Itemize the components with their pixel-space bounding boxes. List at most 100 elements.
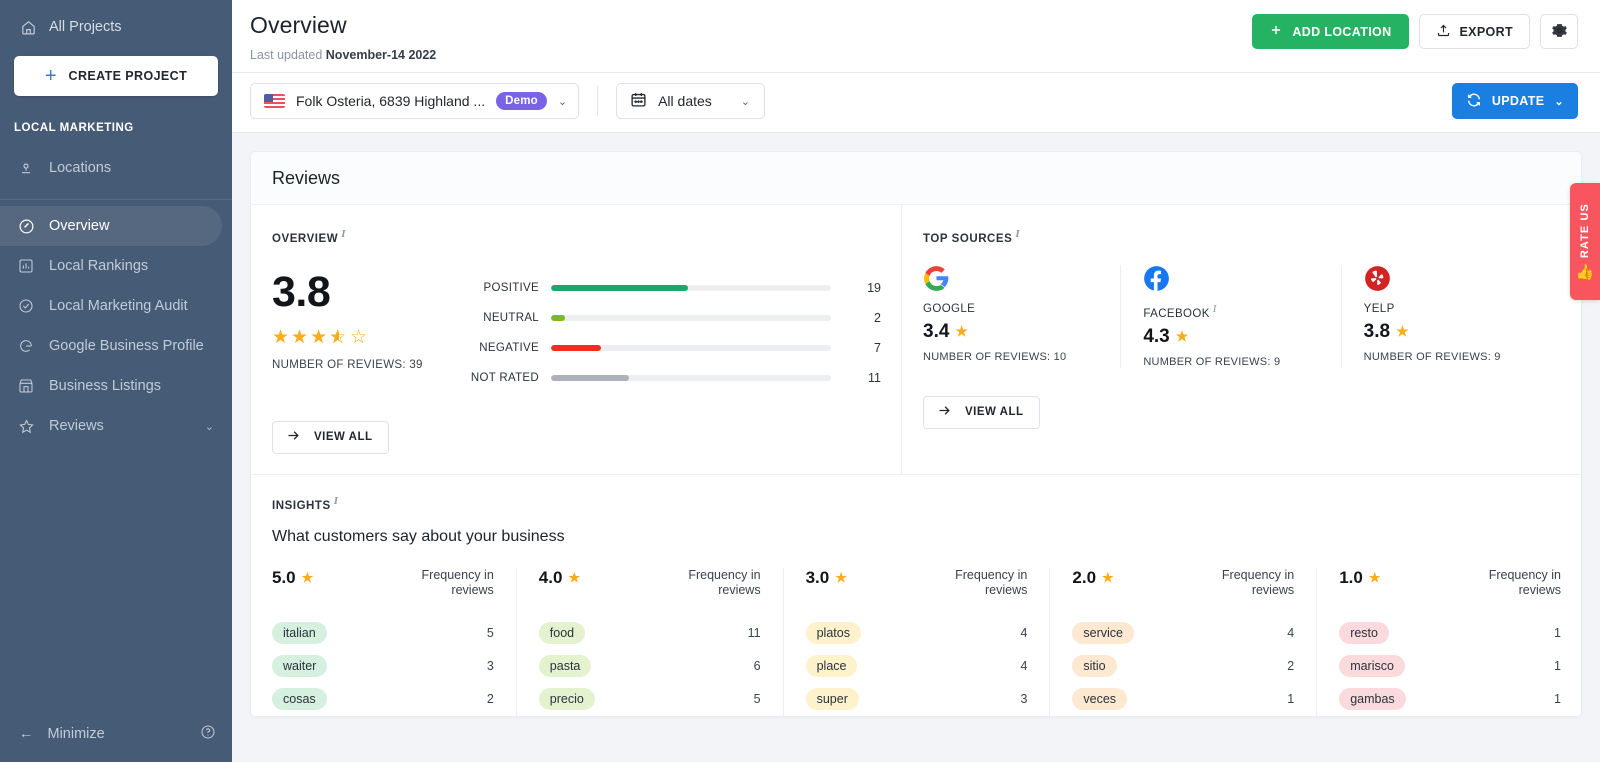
- insights-keyword-row: gambas 1: [1339, 683, 1561, 716]
- view-all-label: VIEW ALL: [314, 431, 373, 444]
- sources-list: GOOGLE 3.4 ★ NUMBER OF REVIEWS: 10 FACEB…: [923, 264, 1561, 368]
- info-icon[interactable]: i: [1213, 303, 1217, 315]
- date-range-value: All dates: [658, 93, 712, 109]
- chevron-down-icon: ⌄: [557, 95, 568, 108]
- keyword-chip[interactable]: platos: [805, 622, 861, 645]
- header-actions: ADD LOCATION EXPORT: [1252, 12, 1578, 49]
- storefront-icon: [17, 377, 35, 395]
- insights-column-3: 3.0 ★ Frequency in reviews platos 4 plac…: [784, 567, 1051, 716]
- star-filled-icon: ★: [310, 326, 328, 348]
- keyword-count: 1: [1554, 659, 1561, 674]
- app-root: All Projects + CREATE PROJECT LOCAL MARK…: [0, 0, 1600, 762]
- bar-fill: [551, 314, 565, 321]
- sidebar-item-label: Local Marketing Audit: [49, 298, 188, 314]
- keyword-chip[interactable]: italian: [272, 622, 327, 645]
- insights-rating: 5.0 ★: [272, 568, 313, 588]
- source-score-value: 4.3: [1143, 325, 1170, 347]
- last-updated-label: Last updated: [250, 48, 323, 62]
- reviews-card-title: Reviews: [272, 168, 341, 188]
- star-rating: ★ ★ ★ ☆★ ☆: [272, 328, 452, 347]
- source-google: GOOGLE 3.4 ★ NUMBER OF REVIEWS: 10: [923, 264, 1122, 368]
- insights-rating: 1.0 ★: [1339, 568, 1380, 588]
- sidebar-section-label: LOCAL MARKETING: [14, 122, 134, 134]
- sidebar: All Projects + CREATE PROJECT LOCAL MARK…: [0, 0, 232, 762]
- sidebar-item-label: Google Business Profile: [49, 338, 204, 354]
- info-icon[interactable]: i: [334, 495, 339, 507]
- star-filled-icon: ★: [291, 326, 309, 348]
- insights-columns: 5.0 ★ Frequency in reviews italian 5 wai…: [272, 567, 1561, 716]
- sidebar-item-local-marketing-audit[interactable]: Local Marketing Audit: [0, 286, 232, 326]
- rate-us-tab[interactable]: RATE US 👍: [1570, 183, 1600, 300]
- create-project-label: CREATE PROJECT: [68, 69, 188, 83]
- bar-value: 2: [874, 310, 881, 325]
- score-column: 3.8 ★ ★ ★ ☆★ ☆ NUMBE: [272, 265, 452, 393]
- insights-rating-value: 5.0: [272, 567, 296, 587]
- sidebar-item-locations[interactable]: Locations: [0, 148, 232, 188]
- last-updated: Last updated November-14 2022: [250, 48, 436, 62]
- insights-column-5: 5.0 ★ Frequency in reviews italian 5 wai…: [272, 567, 517, 716]
- yelp-icon: [1364, 265, 1391, 292]
- insights-section: INSIGHTS i What customers say about your …: [251, 475, 1581, 716]
- bar-value: 11: [868, 370, 881, 385]
- bar-label: POSITIVE: [483, 281, 539, 294]
- insights-keyword-row: food 11: [538, 617, 761, 650]
- sidebar-divider: [0, 199, 232, 200]
- insights-rating-value: 2.0: [1072, 567, 1097, 587]
- source-score: 3.8 ★: [1364, 321, 1545, 343]
- sidebar-item-reviews[interactable]: Reviews ⌄: [0, 406, 232, 446]
- sidebar-minimize[interactable]: ← Minimize: [0, 706, 232, 762]
- insights-keyword-row: platos 4: [805, 617, 1027, 650]
- create-project-button[interactable]: + CREATE PROJECT: [14, 56, 218, 96]
- keyword-chip[interactable]: resto: [1339, 622, 1389, 645]
- sidebar-item-google-business-profile[interactable]: Google Business Profile: [0, 326, 232, 366]
- keyword-chip[interactable]: place: [805, 655, 858, 678]
- keyword-chip[interactable]: gambas: [1339, 688, 1406, 711]
- keyword-chip[interactable]: precio: [538, 688, 595, 711]
- star-filled-icon: ★: [1368, 569, 1381, 585]
- insights-column-header: 2.0 ★ Frequency in reviews: [1072, 568, 1294, 599]
- keyword-chip[interactable]: waiter: [272, 655, 328, 678]
- insights-keyword-row: marisco 1: [1339, 650, 1561, 683]
- view-all-label: VIEW ALL: [965, 406, 1024, 419]
- overview-section-label: OVERVIEW i: [272, 228, 881, 245]
- reviews-view-all-button[interactable]: VIEW ALL: [272, 420, 389, 454]
- google-g-icon: [923, 265, 950, 292]
- keyword-chip[interactable]: pasta: [538, 655, 592, 678]
- keyword-chip[interactable]: super: [805, 688, 859, 711]
- star-empty-icon: ☆: [350, 326, 368, 348]
- sidebar-item-local-rankings[interactable]: Local Rankings: [0, 246, 232, 286]
- keyword-chip[interactable]: veces: [1072, 688, 1128, 711]
- star-filled-icon: ★: [955, 323, 968, 340]
- info-icon[interactable]: i: [1015, 228, 1020, 240]
- location-selector[interactable]: Folk Osteria, 6839 Highland ... Demo ⌄: [250, 83, 580, 119]
- source-score: 3.4 ★: [923, 321, 1104, 343]
- gear-icon: [1551, 22, 1568, 42]
- keyword-chip[interactable]: service: [1072, 622, 1134, 645]
- help-icon[interactable]: [200, 724, 216, 744]
- export-button[interactable]: EXPORT: [1418, 14, 1530, 49]
- thumbs-up-icon: 👍: [1575, 264, 1595, 282]
- sidebar-item-label: Business Listings: [49, 378, 162, 394]
- insights-keyword-row: precio 5: [538, 683, 761, 716]
- sidebar-item-business-listings[interactable]: Business Listings: [0, 366, 232, 406]
- bar-fill: [551, 374, 630, 381]
- keyword-chip[interactable]: cosas: [272, 688, 327, 711]
- bar-row: POSITIVE 19: [452, 273, 881, 303]
- sidebar-all-projects-label: All Projects: [49, 19, 122, 35]
- keyword-chip[interactable]: food: [538, 622, 586, 645]
- source-review-count: NUMBER OF REVIEWS: 9: [1363, 350, 1501, 363]
- sidebar-all-projects[interactable]: All Projects: [0, 12, 232, 42]
- keyword-count: 3: [1020, 692, 1028, 707]
- sidebar-item-label: Overview: [49, 218, 110, 234]
- settings-button[interactable]: [1540, 14, 1578, 49]
- filter-divider: [597, 86, 599, 116]
- info-icon[interactable]: i: [341, 228, 346, 240]
- keyword-chip[interactable]: sitio: [1072, 655, 1117, 678]
- keyword-chip[interactable]: marisco: [1339, 655, 1405, 678]
- add-location-button[interactable]: ADD LOCATION: [1252, 14, 1409, 49]
- sources-view-all-button[interactable]: VIEW ALL: [923, 395, 1040, 429]
- date-range-selector[interactable]: All dates ⌄: [616, 83, 766, 119]
- insights-column-4: 4.0 ★ Frequency in reviews food 11 pasta: [517, 567, 784, 716]
- sidebar-item-overview[interactable]: Overview: [0, 206, 222, 246]
- update-button[interactable]: UPDATE ⌄: [1451, 83, 1578, 119]
